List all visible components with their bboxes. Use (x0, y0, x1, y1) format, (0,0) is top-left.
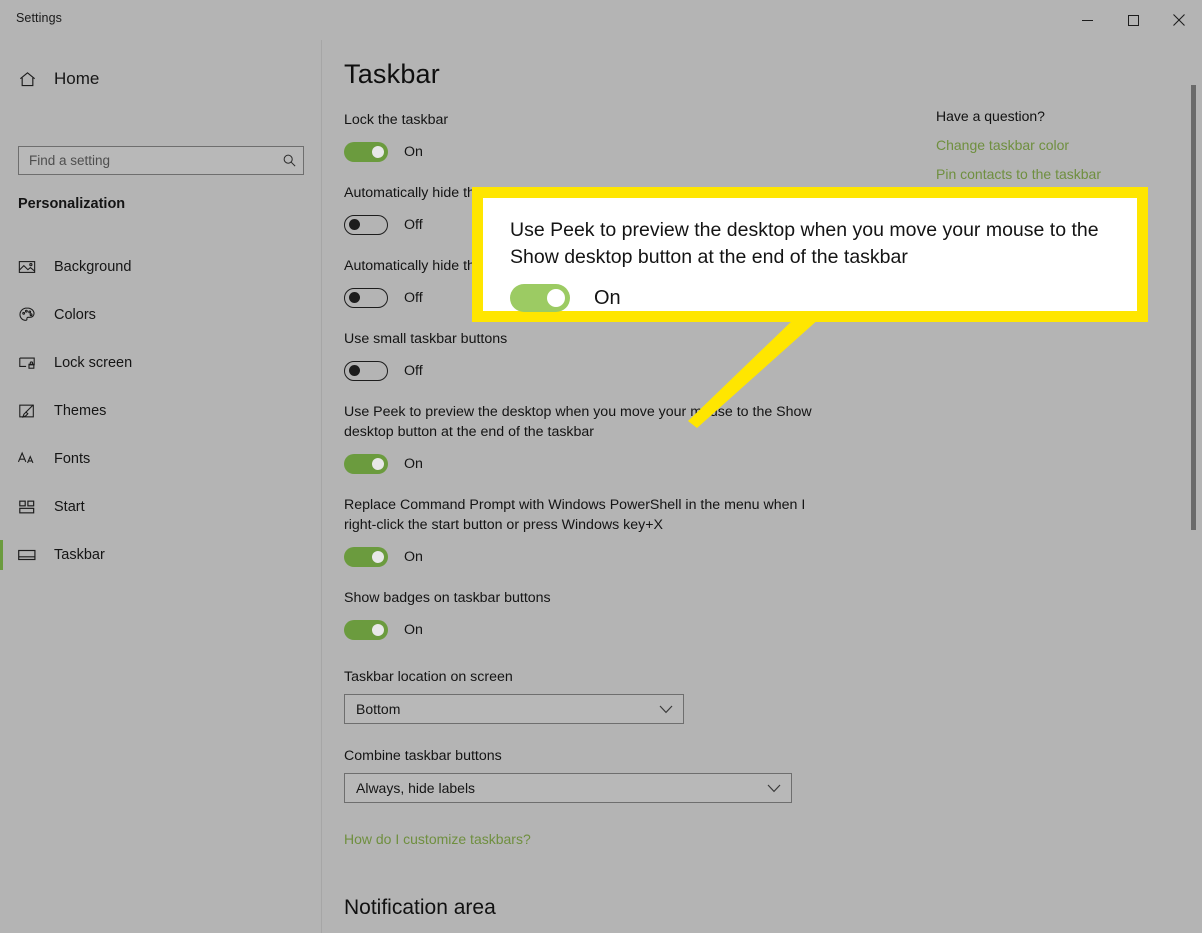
toggle-show-badges[interactable] (344, 620, 388, 640)
toggle-state-label: On (404, 456, 423, 472)
lock-screen-icon (0, 354, 54, 372)
sidebar-item-label: Fonts (54, 451, 91, 467)
scrollbar-thumb[interactable] (1191, 85, 1196, 530)
sidebar-item-fonts[interactable]: Fonts (0, 435, 322, 483)
page-title: Taskbar (344, 59, 440, 89)
toggle-state-label: Off (404, 217, 423, 233)
maximize-button[interactable] (1110, 0, 1156, 40)
sidebar-nav-list: Background Colors Lock screen Themes Fon… (0, 243, 322, 579)
start-tiles-icon (0, 498, 54, 516)
sidebar-item-label: Themes (54, 403, 107, 419)
setting-small-buttons: Use small taskbar buttons Off (344, 329, 814, 386)
sidebar-item-taskbar[interactable]: Taskbar (0, 531, 322, 579)
combine-buttons-select[interactable]: Always, hide labels (344, 773, 792, 803)
toggle-row: On (344, 449, 814, 479)
taskbar-location-value: Bottom (356, 701, 401, 717)
customize-taskbars-link[interactable]: How do I customize taskbars? (344, 831, 531, 847)
setting-use-peek: Use Peek to preview the desktop when you… (344, 402, 814, 479)
taskbar-location-select[interactable]: Bottom (344, 694, 684, 724)
setting-label: Lock the taskbar (344, 112, 449, 128)
sidebar-home-label: Home (54, 69, 100, 88)
sidebar-category-title: Personalization (18, 196, 126, 212)
image-icon (0, 258, 54, 276)
setting-label: Replace Command Prompt with Windows Powe… (344, 497, 806, 533)
main-content: Taskbar Lock the taskbar On Automaticall… (323, 40, 1202, 933)
settings-window: Settings Home Find a setting Personaliza… (0, 0, 1202, 933)
toggle-replace-cmd[interactable] (344, 547, 388, 567)
taskbar-icon (0, 546, 54, 564)
toggle-autohide-desktop[interactable] (344, 215, 388, 235)
sidebar-item-label: Colors (54, 307, 96, 323)
taskbar-location-label: Taskbar location on screen (344, 669, 513, 685)
chevron-down-icon (767, 784, 781, 793)
toggle-use-peek[interactable] (344, 454, 388, 474)
toggle-state-label: On (404, 549, 423, 565)
sidebar-item-home[interactable]: Home (0, 59, 322, 99)
help-link-pin-contacts[interactable]: Pin contacts to the taskbar (936, 166, 1186, 182)
setting-label: Use small taskbar buttons (344, 331, 508, 347)
app-title: Settings (16, 11, 62, 25)
toggle-state-label: On (404, 622, 423, 638)
callout-highlight-box: Use Peek to preview the desktop when you… (472, 187, 1148, 322)
brush-icon (0, 402, 54, 420)
sidebar-item-colors[interactable]: Colors (0, 291, 322, 339)
toggle-row: On (344, 137, 814, 167)
sidebar-item-label: Taskbar (54, 547, 105, 563)
toggle-autohide-tablet[interactable] (344, 288, 388, 308)
setting-replace-cmd: Replace Command Prompt with Windows Powe… (344, 495, 814, 572)
sidebar-item-label: Background (54, 259, 132, 275)
search-input[interactable] (19, 153, 275, 168)
palette-icon (0, 306, 54, 324)
toggle-lock-taskbar[interactable] (344, 142, 388, 162)
have-a-question-title: Have a question? (936, 108, 1045, 124)
sidebar: Home Personalization Backgro (0, 40, 322, 933)
toggle-row: Off (344, 356, 814, 386)
home-icon (0, 70, 54, 89)
sidebar-item-label: Start (54, 499, 85, 515)
help-link-change-taskbar-color[interactable]: Change taskbar color (936, 137, 1186, 153)
callout-inner: Use Peek to preview the desktop when you… (483, 198, 1137, 312)
callout-text: Use Peek to preview the desktop when you… (510, 219, 1099, 268)
close-button[interactable] (1156, 0, 1202, 40)
sidebar-item-lock-screen[interactable]: Lock screen (0, 339, 322, 387)
combine-buttons-value: Always, hide labels (356, 780, 476, 796)
search-icon (275, 153, 303, 168)
toggle-state-label: On (404, 144, 423, 160)
setting-lock-taskbar: Lock the taskbar On (344, 110, 814, 167)
toggle-state-label: Off (404, 290, 423, 306)
setting-label: Show badges on taskbar buttons (344, 590, 551, 606)
sidebar-item-start[interactable]: Start (0, 483, 322, 531)
setting-label: Use Peek to preview the desktop when you… (344, 404, 812, 440)
sidebar-item-label: Lock screen (54, 355, 133, 371)
callout-toggle-use-peek[interactable] (510, 284, 570, 312)
toggle-state-label: Off (404, 363, 423, 379)
search-box[interactable] (18, 146, 304, 175)
callout-toggle-state: On (594, 286, 621, 309)
setting-show-badges: Show badges on taskbar buttons On (344, 588, 814, 645)
sidebar-item-background[interactable]: Background (0, 243, 322, 291)
vertical-scrollbar[interactable] (1186, 40, 1202, 933)
callout-toggle-row: On (510, 284, 1113, 312)
toggle-row: On (344, 615, 814, 645)
toggle-row: On (344, 542, 814, 572)
title-bar: Settings (0, 0, 1202, 40)
font-icon (0, 450, 54, 468)
chevron-down-icon (659, 705, 673, 714)
notification-area-heading: Notification area (344, 896, 496, 919)
window-controls (1064, 0, 1202, 40)
combine-buttons-label: Combine taskbar buttons (344, 748, 502, 764)
sidebar-item-themes[interactable]: Themes (0, 387, 322, 435)
toggle-small-buttons[interactable] (344, 361, 388, 381)
minimize-button[interactable] (1064, 0, 1110, 40)
